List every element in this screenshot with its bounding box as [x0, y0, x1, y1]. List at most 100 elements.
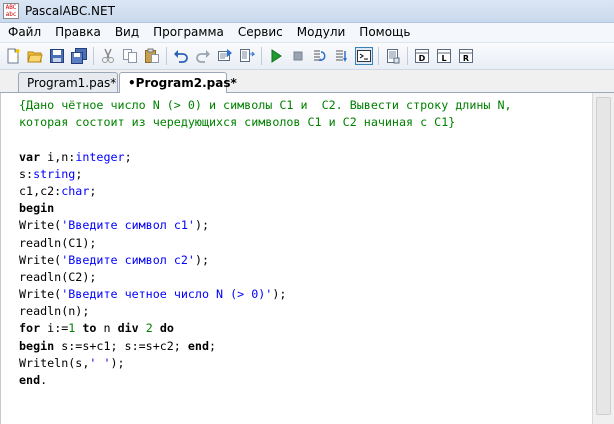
- redo-icon[interactable]: [194, 47, 212, 65]
- code-line: begin s:=s+c1; s:=s+c2; end;: [19, 338, 512, 355]
- save-all-icon[interactable]: [70, 47, 88, 65]
- svg-text:L: L: [441, 54, 446, 63]
- code-token: ' ': [89, 355, 111, 370]
- code-line: Write('Введите символ c1');: [19, 217, 512, 234]
- code-token: );: [272, 287, 287, 302]
- copy-icon[interactable]: [121, 47, 139, 65]
- code-token: i,n:: [40, 149, 76, 164]
- menu-view[interactable]: Вид: [108, 23, 146, 42]
- svg-text:R: R: [463, 54, 469, 63]
- code-token: readln(C2);: [19, 269, 97, 284]
- step-over-icon[interactable]: [311, 47, 329, 65]
- code-token: 'Введите символ c2': [61, 252, 195, 267]
- code-token: begin: [19, 201, 55, 216]
- toolbar-separator: [378, 47, 379, 65]
- code-token: readln(C1);: [19, 235, 97, 250]
- code-line: которая состоит из чередующихся символов…: [19, 114, 512, 131]
- code-token: );: [194, 218, 210, 233]
- code-token: ;: [89, 183, 97, 198]
- debug-d-icon[interactable]: D: [413, 47, 431, 65]
- code-line: Write('Введите символ c2');: [19, 252, 512, 269]
- undo-icon[interactable]: [172, 47, 190, 65]
- menu-bar: Файл Правка Вид Программа Сервис Модули …: [0, 23, 614, 43]
- code-token: to: [82, 321, 97, 336]
- code-line: readln(C1);: [19, 235, 512, 252]
- svg-text:D: D: [419, 54, 426, 63]
- toolbar-separator: [93, 47, 94, 65]
- open-icon[interactable]: [26, 47, 44, 65]
- code-token: div: [117, 321, 139, 336]
- save-icon[interactable]: [48, 47, 66, 65]
- cut-icon[interactable]: [99, 47, 117, 65]
- stop-icon[interactable]: [289, 47, 307, 65]
- code-line: readln(C2);: [19, 269, 512, 286]
- code-token: var: [19, 149, 41, 164]
- new-file-icon[interactable]: [4, 47, 22, 65]
- vertical-scrollbar[interactable]: [592, 93, 614, 424]
- tab-program2[interactable]: •Program2.pas*: [119, 72, 237, 93]
- code-token: end: [19, 373, 41, 387]
- code-editor[interactable]: {Дано чётное число N (> 0) и символы C1 …: [0, 93, 592, 424]
- code-token: которая состоит из чередующихся символов…: [19, 115, 456, 130]
- menu-program[interactable]: Программа: [146, 23, 231, 42]
- code-token: 'Введите четное число N (> 0)': [61, 287, 273, 302]
- code-token: char: [61, 183, 90, 198]
- toolbar-separator: [261, 47, 262, 65]
- window-title: PascalABC.NET: [25, 4, 115, 18]
- code-token: readln(n);: [19, 304, 90, 319]
- code-token: s:=s+c1; s:=s+c2;: [54, 338, 188, 353]
- replace-icon[interactable]: [238, 47, 256, 65]
- scrollbar-thumb[interactable]: [596, 97, 611, 415]
- code-line: begin: [19, 200, 512, 217]
- code-token: begin: [19, 338, 55, 353]
- code-line: for i:=1 to n div 2 do: [19, 320, 512, 337]
- compile-icon[interactable]: [384, 47, 402, 65]
- app-logo-icon: ABC abc: [3, 3, 19, 19]
- code-line: s:string;: [19, 166, 512, 183]
- menu-help[interactable]: Помощь: [352, 23, 417, 42]
- code-line: end.: [19, 372, 512, 389]
- code-token: integer: [75, 149, 125, 164]
- paste-icon[interactable]: [143, 47, 161, 65]
- code-token: n: [96, 321, 118, 336]
- code-token: c1,c2:: [19, 183, 62, 198]
- code-token: );: [194, 252, 210, 267]
- menu-service[interactable]: Сервис: [231, 23, 290, 42]
- tab-program1[interactable]: Program1.pas*: [18, 72, 118, 92]
- find-icon[interactable]: [216, 47, 234, 65]
- code-token: Writeln(s,: [19, 355, 90, 370]
- code-text[interactable]: {Дано чётное число N (> 0) и символы C1 …: [19, 97, 512, 389]
- debug-r-icon[interactable]: R: [457, 47, 475, 65]
- code-token: 2: [145, 321, 153, 336]
- code-token: ;: [75, 166, 83, 181]
- code-line: readln(n);: [19, 303, 512, 320]
- debug-l-icon[interactable]: L: [435, 47, 453, 65]
- code-token: Write(: [19, 218, 62, 233]
- toolbar-separator: [166, 47, 167, 65]
- title-bar: ABC abc PascalABC.NET: [0, 0, 614, 23]
- code-token: Write(: [19, 287, 62, 302]
- code-token: do: [159, 321, 174, 336]
- code-token: 'Введите символ c1': [61, 218, 195, 233]
- menu-file[interactable]: Файл: [0, 23, 48, 42]
- code-token: ;: [209, 338, 217, 353]
- menu-modules[interactable]: Модули: [290, 23, 353, 42]
- code-token: {Дано чётное число N (> 0) и символы C1 …: [19, 98, 512, 112]
- code-token: i:=: [40, 321, 69, 336]
- code-line: var i,n:integer;: [19, 149, 512, 166]
- output-window-icon[interactable]: [355, 47, 373, 65]
- code-line: Write('Введите четное число N (> 0)');: [19, 286, 512, 303]
- code-token: s:: [19, 166, 34, 181]
- code-line: {Дано чётное число N (> 0) и символы C1 …: [19, 97, 512, 114]
- code-line: Writeln(s,' ');: [19, 355, 512, 372]
- run-icon[interactable]: [267, 47, 285, 65]
- editor-tab-bar: Program1.pas* •Program2.pas*: [0, 70, 614, 93]
- code-line: c1,c2:char;: [19, 183, 512, 200]
- code-token: );: [110, 355, 125, 370]
- code-token: ;: [124, 149, 132, 164]
- menu-edit[interactable]: Правка: [48, 23, 108, 42]
- step-into-icon[interactable]: [333, 47, 351, 65]
